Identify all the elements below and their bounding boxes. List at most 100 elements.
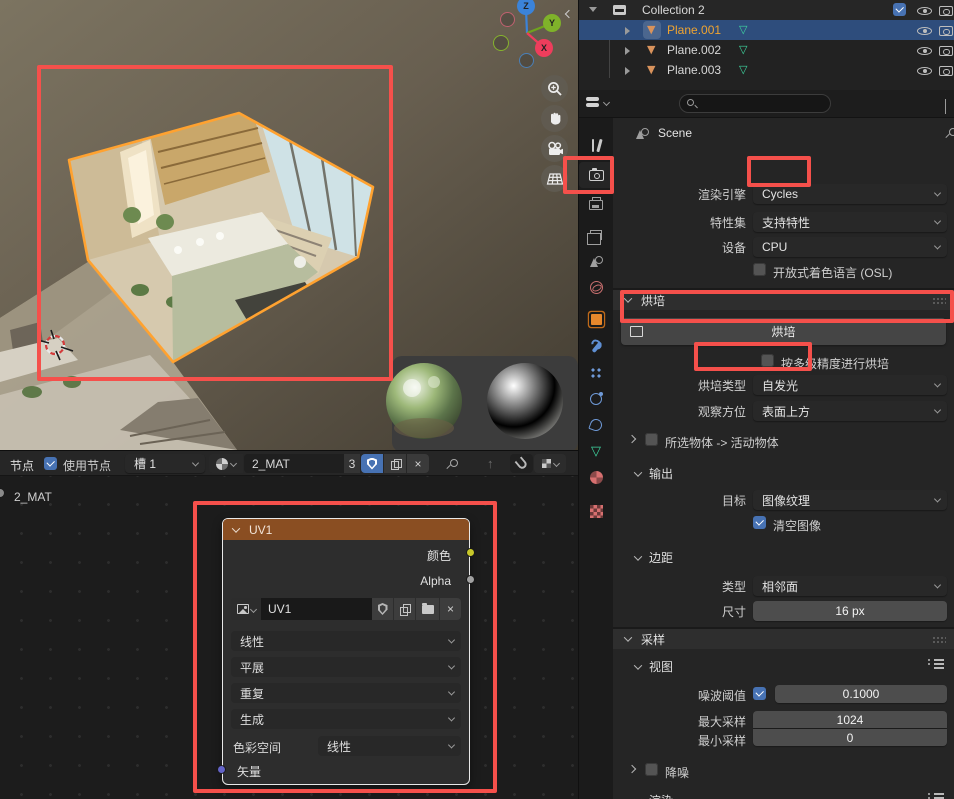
snap-target-dropdown[interactable] bbox=[534, 454, 566, 473]
disclosure-down-icon[interactable] bbox=[589, 7, 597, 12]
3d-viewport[interactable]: Z Y X bbox=[0, 0, 578, 450]
margin-type-dropdown[interactable]: 相邻面 bbox=[753, 576, 947, 596]
tab-particles[interactable] bbox=[579, 360, 613, 386]
image-name-field[interactable]: UV1 bbox=[261, 598, 372, 620]
sel-to-active-checkbox[interactable] bbox=[645, 433, 658, 446]
disclosure-right-icon[interactable] bbox=[625, 27, 630, 35]
fake-user-shield-button[interactable] bbox=[361, 454, 383, 473]
tab-texture[interactable] bbox=[579, 498, 613, 524]
gizmo-axis-x-neg[interactable] bbox=[500, 12, 515, 27]
gizmo-axis-y-neg[interactable] bbox=[493, 35, 509, 51]
render-visibility-icon[interactable] bbox=[939, 46, 953, 56]
properties-search[interactable] bbox=[679, 94, 831, 113]
node-menu[interactable]: 节点 bbox=[10, 457, 34, 474]
image-unlink-button[interactable]: × bbox=[440, 598, 461, 620]
hide-eye-icon[interactable] bbox=[917, 47, 932, 55]
viewport-sampling-subpanel-header[interactable]: 视图 bbox=[635, 658, 673, 675]
alpha-output-socket[interactable] bbox=[466, 575, 475, 584]
sampling-panel-header[interactable]: 采样 bbox=[613, 629, 954, 649]
noise-threshold-checkbox[interactable] bbox=[753, 687, 766, 700]
outliner-row-plane002[interactable]: ▼ Plane.002 ▽ bbox=[579, 40, 954, 60]
gizmo-axis-x[interactable]: X bbox=[535, 39, 553, 57]
interpolation-dropdown[interactable]: 线性 bbox=[231, 631, 461, 651]
tab-scene[interactable] bbox=[579, 248, 613, 274]
outliner-row-plane001[interactable]: ▼ Plane.001 ▽ bbox=[579, 20, 954, 40]
osl-checkbox[interactable] bbox=[753, 263, 766, 276]
object-name[interactable]: Plane.002 bbox=[667, 43, 721, 57]
hide-eye-icon[interactable] bbox=[917, 67, 932, 75]
output-subpanel-header[interactable]: 输出 bbox=[635, 465, 673, 482]
multires-checkbox[interactable] bbox=[761, 354, 774, 367]
engine-dropdown[interactable]: Cycles bbox=[753, 184, 947, 204]
margin-size-field[interactable]: 16 px bbox=[753, 601, 947, 621]
feature-set-dropdown[interactable]: 支持特性 bbox=[753, 212, 947, 232]
shader-editor-canvas[interactable]: 2_MAT UV1 颜色 Alpha UV1 bbox=[0, 476, 578, 799]
clear-image-checkbox[interactable] bbox=[753, 516, 766, 529]
tab-output[interactable] bbox=[579, 192, 613, 218]
material-browse-button[interactable] bbox=[209, 454, 243, 473]
tab-material[interactable] bbox=[579, 464, 613, 490]
bake-button[interactable]: 烘培 bbox=[621, 318, 946, 345]
noise-threshold-field[interactable]: 0.1000 bbox=[775, 685, 947, 703]
tab-constraints[interactable] bbox=[579, 412, 613, 438]
search-input[interactable] bbox=[702, 95, 822, 112]
hide-eye-icon[interactable] bbox=[917, 27, 932, 35]
zoom-button[interactable] bbox=[541, 75, 568, 102]
copy-material-button[interactable] bbox=[384, 454, 406, 473]
slot-dropdown[interactable]: 槽 1 bbox=[125, 454, 205, 473]
panel-grip-icon[interactable] bbox=[932, 636, 946, 643]
panel-grip-icon[interactable] bbox=[932, 297, 946, 304]
tab-world[interactable] bbox=[579, 274, 613, 300]
device-dropdown[interactable]: CPU bbox=[753, 237, 947, 257]
preset-menu-icon[interactable] bbox=[928, 792, 944, 799]
image-browse-button[interactable] bbox=[231, 598, 261, 620]
image-fake-user-button[interactable] bbox=[372, 598, 393, 620]
image-texture-node[interactable]: UV1 颜色 Alpha UV1 bbox=[222, 518, 470, 785]
image-open-button[interactable] bbox=[416, 598, 439, 620]
tab-object[interactable] bbox=[579, 306, 613, 332]
go-to-parent-node-button[interactable]: ↑ bbox=[487, 456, 494, 471]
unlink-material-button[interactable]: × bbox=[407, 454, 429, 473]
disclosure-right-icon[interactable] bbox=[625, 47, 630, 55]
view-from-dropdown[interactable]: 表面上方 bbox=[753, 401, 947, 421]
render-visibility-icon[interactable] bbox=[939, 6, 953, 16]
vector-input-socket[interactable] bbox=[217, 765, 226, 774]
chevron-right-icon[interactable] bbox=[628, 765, 636, 773]
bake-panel-header[interactable]: 烘培 bbox=[613, 290, 954, 310]
hide-eye-icon[interactable] bbox=[917, 7, 932, 15]
tab-view-layer[interactable] bbox=[579, 222, 613, 248]
sidebar-collapse-arrow[interactable] bbox=[566, 6, 572, 20]
projection-dropdown[interactable]: 平展 bbox=[231, 657, 461, 677]
material-name-field[interactable]: 2_MAT bbox=[244, 454, 358, 473]
bake-type-dropdown[interactable]: 自发光 bbox=[753, 375, 947, 395]
outliner-row-plane003[interactable]: ▼ Plane.003 ▽ bbox=[579, 60, 954, 80]
tab-physics[interactable] bbox=[579, 386, 613, 412]
gizmo-axis-z-neg[interactable] bbox=[519, 53, 534, 68]
color-output-socket[interactable] bbox=[466, 548, 475, 557]
object-name[interactable]: Plane.003 bbox=[667, 63, 721, 77]
camera-view-button[interactable] bbox=[541, 135, 568, 162]
max-samples-field[interactable]: 1024 bbox=[753, 711, 947, 728]
use-nodes-checkbox[interactable] bbox=[44, 457, 57, 470]
snap-toggle-button[interactable] bbox=[510, 454, 533, 473]
min-samples-field[interactable]: 0 bbox=[753, 729, 947, 746]
tab-modifiers[interactable] bbox=[579, 334, 613, 360]
chevron-right-icon[interactable] bbox=[628, 435, 636, 443]
render-visibility-icon[interactable] bbox=[939, 26, 953, 36]
colorspace-dropdown[interactable]: 线性 bbox=[318, 736, 461, 756]
margin-subpanel-header[interactable]: 边距 bbox=[635, 549, 673, 566]
source-dropdown[interactable]: 生成 bbox=[231, 709, 461, 729]
grid-perspective-button[interactable] bbox=[541, 165, 568, 192]
collection-checkbox[interactable] bbox=[893, 3, 906, 16]
node-header[interactable]: UV1 bbox=[223, 519, 469, 540]
preset-menu-icon[interactable] bbox=[928, 658, 944, 670]
editor-type-button[interactable] bbox=[586, 96, 609, 108]
render-visibility-icon[interactable] bbox=[939, 66, 953, 76]
denoise-checkbox[interactable] bbox=[645, 763, 658, 776]
breadcrumb-label[interactable]: Scene bbox=[658, 126, 692, 140]
render-sampling-subpanel-header[interactable]: 渲染 bbox=[635, 792, 673, 799]
collection-name[interactable]: Collection 2 bbox=[642, 3, 705, 17]
extension-dropdown[interactable]: 重复 bbox=[231, 683, 461, 703]
tab-render[interactable] bbox=[579, 162, 613, 188]
object-name[interactable]: Plane.001 bbox=[667, 23, 721, 37]
